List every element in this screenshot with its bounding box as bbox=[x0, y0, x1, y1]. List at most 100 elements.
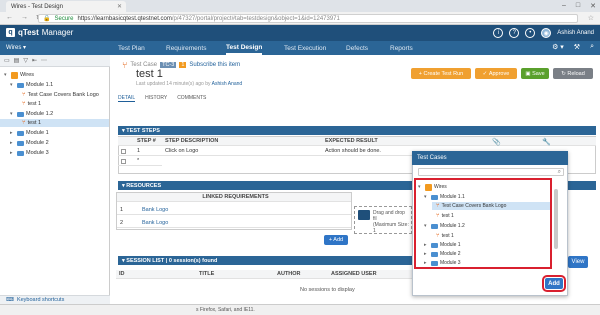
tab-requirements[interactable]: Requirements bbox=[166, 41, 206, 55]
tree-item[interactable]: ▸ Module 1 bbox=[10, 129, 49, 137]
bookmark-star-icon[interactable]: ☆ bbox=[588, 14, 594, 22]
browser-tab[interactable]: Wires - Test Design ✕ bbox=[6, 1, 126, 12]
approve-button[interactable]: ✓ Approve bbox=[475, 68, 517, 79]
info-icon[interactable]: i bbox=[493, 28, 504, 38]
tree-item-label: test 1 bbox=[441, 213, 454, 219]
minimize-icon[interactable]: – bbox=[562, 2, 566, 10]
notifications-icon[interactable]: • bbox=[525, 28, 536, 38]
tree-item-label: Wires bbox=[20, 72, 35, 78]
tree-item-selected[interactable]: ⑂ Test Case Covers Bank Logo bbox=[432, 202, 550, 210]
keyboard-shortcuts-link[interactable]: ⌨ Keyboard shortcuts bbox=[0, 295, 110, 304]
status-bar: s Firefox, Safari, and IE11. bbox=[0, 304, 600, 315]
tab-reports[interactable]: Reports bbox=[390, 41, 413, 55]
requirement-link[interactable]: Bank Logo bbox=[139, 206, 351, 215]
tree-item[interactable]: ▸ Module 3 bbox=[424, 259, 461, 267]
save-button[interactable]: ▣ Save bbox=[521, 68, 549, 79]
tree-item[interactable]: ▸ Module 2 bbox=[424, 250, 461, 258]
caret-right-icon[interactable]: ▸ bbox=[10, 150, 15, 156]
dialog-search-input[interactable]: ⌕ bbox=[418, 168, 564, 176]
close-window-icon[interactable]: ✕ bbox=[590, 2, 596, 10]
project-selector[interactable]: Wires ▾ bbox=[6, 44, 26, 51]
count-badge: 1 bbox=[179, 62, 187, 68]
updated-by-link[interactable]: Ashish Anand bbox=[212, 81, 243, 87]
more-icon[interactable]: ⋯ bbox=[41, 57, 47, 64]
collapse-icon[interactable]: ⇤ bbox=[32, 57, 37, 64]
tree-item[interactable]: ▸ Module 2 bbox=[10, 139, 49, 147]
new-test-icon[interactable]: ▤ bbox=[14, 57, 20, 64]
caret-right-icon[interactable]: ▸ bbox=[424, 260, 429, 266]
attachment-icon[interactable]: 📎 bbox=[492, 138, 501, 146]
session-count: 0 session(s) found bbox=[168, 257, 218, 264]
caret-right-icon[interactable]: ▸ bbox=[10, 140, 15, 146]
search-icon[interactable]: ⌕ bbox=[558, 169, 561, 176]
status-text: s Firefox, Safari, and IE11. bbox=[196, 307, 255, 313]
row-checkbox[interactable] bbox=[118, 157, 134, 166]
reload-button[interactable]: ↻ Reload bbox=[553, 68, 593, 79]
tab-defects[interactable]: Defects bbox=[346, 41, 368, 55]
tab-test-execution[interactable]: Test Execution bbox=[284, 41, 326, 55]
create-test-run-button[interactable]: + Create Test Run bbox=[411, 68, 471, 79]
caret-right-icon[interactable]: ▸ bbox=[10, 130, 15, 136]
requirement-link[interactable]: Bank Logo bbox=[139, 219, 351, 228]
row-checkbox[interactable] bbox=[118, 147, 134, 156]
tree-item-label: Module 1.2 bbox=[440, 223, 465, 229]
table-cell[interactable]: Click on Logo bbox=[162, 147, 322, 156]
tree-item[interactable]: ⑂ test 1 bbox=[436, 232, 454, 240]
tree-item[interactable]: ▾ Wires bbox=[418, 183, 447, 191]
new-row-marker[interactable]: * bbox=[134, 157, 162, 166]
new-folder-icon[interactable]: ▭ bbox=[4, 57, 10, 64]
forward-icon[interactable]: → bbox=[21, 14, 28, 22]
folder-icon bbox=[17, 111, 24, 117]
caret-right-icon[interactable]: ▸ bbox=[424, 251, 429, 257]
tree-item-selected[interactable]: ⑂ test 1 bbox=[0, 119, 109, 127]
help-icon[interactable]: ? bbox=[509, 28, 520, 38]
view-button[interactable]: View bbox=[568, 256, 588, 268]
caret-down-icon[interactable]: ▾ bbox=[418, 184, 423, 190]
add-button[interactable]: Add bbox=[542, 275, 566, 292]
table-cell: 2 bbox=[117, 219, 139, 228]
caret-right-icon[interactable]: ▸ bbox=[424, 242, 429, 248]
gear-icon[interactable]: ⚙ ▾ bbox=[552, 43, 564, 51]
tree-item[interactable]: ▾ Module 1.2 bbox=[10, 110, 53, 118]
url-input[interactable]: 🔒 Secure https://learnbasicqtest.qtestne… bbox=[38, 14, 578, 23]
session-list-header[interactable]: ▾ SESSION LIST | 0 session(s) found bbox=[118, 256, 418, 265]
user-name[interactable]: Ashish Anand bbox=[557, 30, 594, 36]
avatar[interactable]: ◉ bbox=[541, 28, 552, 38]
wrench-icon[interactable]: 🔧 bbox=[542, 138, 551, 146]
tree-item[interactable]: ▾ Module 1.2 bbox=[424, 222, 465, 230]
tree-item[interactable]: ▾ Module 1.1 bbox=[424, 193, 465, 201]
tree-item[interactable]: ⑂ test 1 bbox=[436, 212, 454, 220]
caret-down-icon[interactable]: ▾ bbox=[424, 194, 429, 200]
tab-test-plan[interactable]: Test Plan bbox=[118, 41, 145, 55]
caret-down-icon[interactable]: ▾ bbox=[10, 111, 15, 117]
tree-item-label: Module 1.1 bbox=[26, 82, 54, 88]
tree-item[interactable]: ▾ Wires bbox=[4, 71, 34, 79]
lock-icon: 🔒 bbox=[43, 16, 51, 22]
caret-down-icon[interactable]: ▾ bbox=[4, 72, 9, 78]
test-steps-header[interactable]: ▾ TEST STEPS bbox=[118, 126, 596, 135]
tree-item[interactable]: ▸ Module 1 bbox=[424, 241, 461, 249]
caret-down-icon[interactable]: ▾ bbox=[10, 82, 15, 88]
tab-history[interactable]: HISTORY bbox=[145, 95, 167, 102]
testcase-icon: ⑂ bbox=[436, 213, 440, 219]
close-tab-icon[interactable]: ✕ bbox=[117, 3, 122, 10]
back-icon[interactable]: ← bbox=[6, 14, 13, 22]
tree-item[interactable]: ⑂ Test Case Covers Bank Logo bbox=[22, 91, 99, 99]
tree-item[interactable]: ▸ Module 3 bbox=[10, 149, 49, 157]
table-cell[interactable]: Action should be done. bbox=[322, 147, 412, 156]
search-icon[interactable]: ⌕ bbox=[590, 43, 594, 51]
tree-item[interactable]: ⑂ test 1 bbox=[22, 100, 41, 108]
last-updated: Last updated 14 minute(s) ago by Ashish … bbox=[136, 81, 242, 87]
tab-test-design[interactable]: Test Design bbox=[226, 41, 263, 55]
app-logo[interactable]: q qTest Manager bbox=[6, 28, 73, 37]
maximize-icon[interactable]: □ bbox=[576, 2, 580, 10]
tree-item[interactable]: ▾ Module 1.1 bbox=[10, 81, 53, 89]
tab-detail[interactable]: DETAIL bbox=[118, 95, 136, 102]
settings-icon[interactable]: ⚒ bbox=[574, 43, 580, 51]
dialog-scrollbar[interactable] bbox=[554, 189, 558, 249]
tab-comments[interactable]: COMMENTS bbox=[177, 95, 206, 102]
caret-down-icon[interactable]: ▾ bbox=[424, 223, 429, 229]
subscribe-link[interactable]: Subscribe this item bbox=[189, 62, 240, 68]
add-requirement-button[interactable]: + Add bbox=[324, 235, 348, 245]
filter-icon[interactable]: ▽ bbox=[23, 57, 28, 64]
